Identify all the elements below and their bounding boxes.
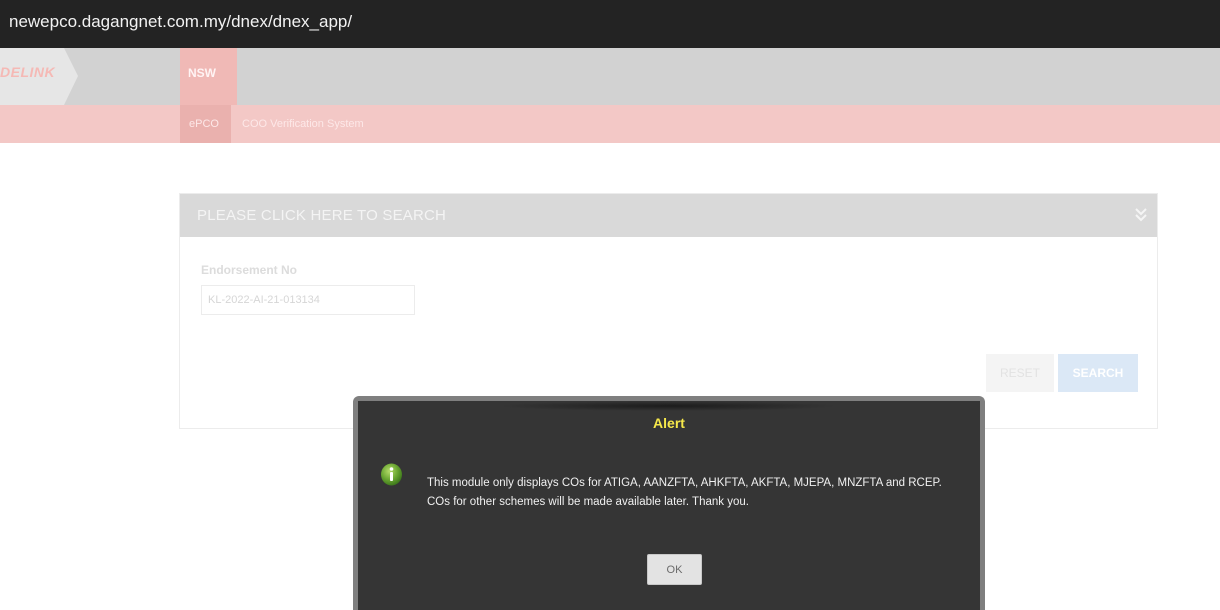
logo: DELINK — [0, 64, 56, 80]
alert-title: Alert — [653, 415, 685, 431]
alert-message: This module only displays COs for ATIGA,… — [427, 474, 967, 512]
info-icon — [381, 463, 402, 486]
address-bar[interactable]: newepco.dagangnet.com.my/dnex/dnex_app/ — [0, 0, 1220, 48]
endorsement-no-input[interactable]: KL-2022-AI-21-013134 — [201, 285, 415, 315]
tab-epco[interactable]: ePCO — [180, 105, 231, 143]
tab-epco-label: ePCO — [189, 118, 219, 130]
tab-nsw[interactable]: NSW — [180, 48, 237, 105]
search-panel-title: PLEASE CLICK HERE TO SEARCH — [197, 207, 447, 224]
tab-nsw-label: NSW — [188, 66, 216, 80]
search-panel: PLEASE CLICK HERE TO SEARCH Endorsement … — [179, 193, 1158, 429]
alert-dialog-body: Alert This module only displays COs for … — [358, 401, 980, 610]
alert-dialog: Alert This module only displays COs for … — [353, 396, 985, 610]
double-chevron-down-icon[interactable] — [1133, 206, 1149, 224]
alert-message-line-2: COs for other schemes will be made avail… — [427, 496, 749, 508]
system-title[interactable]: COO Verification System — [242, 118, 364, 130]
alert-message-line-1: This module only displays COs for ATIGA,… — [427, 477, 942, 489]
endorsement-no-label: Endorsement No — [201, 263, 298, 277]
sub-navbar: ePCO COO Verification System — [0, 105, 1220, 143]
url-text[interactable]: newepco.dagangnet.com.my/dnex/dnex_app/ — [9, 12, 352, 32]
ok-button[interactable]: OK — [647, 554, 702, 585]
reset-button[interactable]: RESET — [986, 354, 1054, 392]
search-panel-header[interactable]: PLEASE CLICK HERE TO SEARCH — [180, 194, 1157, 237]
dialog-header-shadow — [498, 401, 838, 411]
search-button[interactable]: SEARCH — [1058, 354, 1138, 392]
